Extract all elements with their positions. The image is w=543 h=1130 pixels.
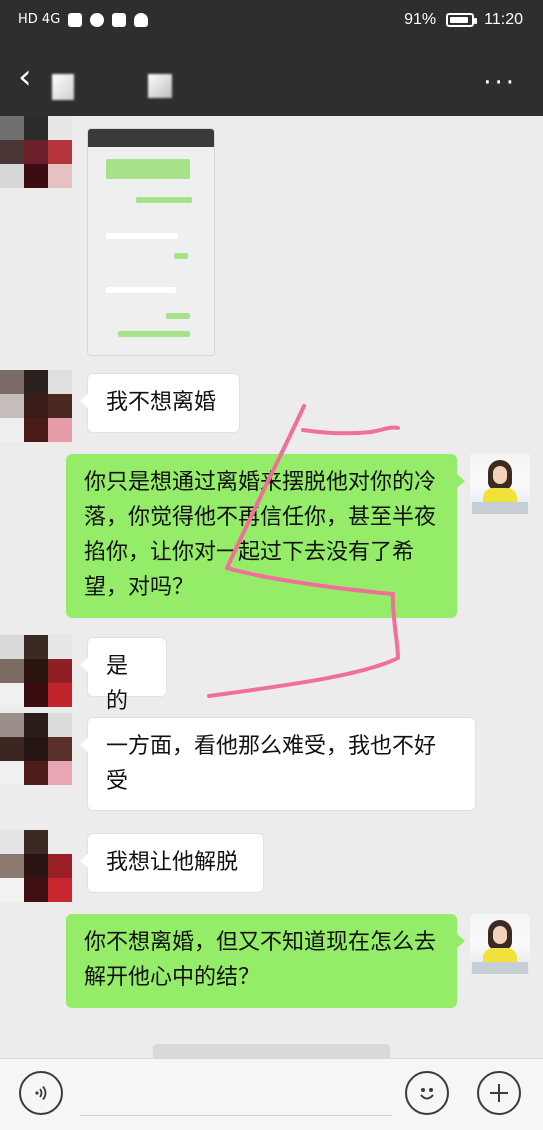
emoji-glyph xyxy=(420,1088,434,1100)
contact-avatar[interactable] xyxy=(0,713,72,785)
my-avatar[interactable] xyxy=(470,914,530,974)
status-left: HD 4G xyxy=(18,12,149,27)
status-bar: HD 4G 91% 11:20 xyxy=(0,0,543,44)
message-bubble-received[interactable]: 我想让他解脱 xyxy=(80,833,264,893)
avatar-face xyxy=(493,926,507,944)
message-bubble-received[interactable]: 一方面，看他那么难受，我也不好受 xyxy=(80,717,476,811)
status-right: 91% 11:20 xyxy=(404,11,523,29)
message-bubble-received[interactable]: 我不想离婚 xyxy=(80,373,240,433)
message-input-bar xyxy=(0,1058,543,1130)
plus-icon[interactable] xyxy=(477,1071,521,1115)
avatar-desk xyxy=(472,962,528,974)
network-indicator: HD 4G xyxy=(18,12,61,27)
timestamp-badge xyxy=(153,1044,390,1058)
screenshot-line xyxy=(118,331,190,337)
screenshot-line xyxy=(106,287,176,293)
emoji-icon[interactable] xyxy=(405,1071,449,1115)
screenshot-header xyxy=(88,129,214,147)
chat-screenshot-image[interactable] xyxy=(87,128,215,356)
message-bubble-received[interactable]: 是的 xyxy=(80,637,167,714)
app-notification-icon xyxy=(68,12,83,27)
battery-level xyxy=(450,17,469,23)
message-input[interactable] xyxy=(80,1115,392,1116)
plus-glyph xyxy=(490,1084,508,1102)
contact-avatar[interactable] xyxy=(0,370,72,442)
chat-message-list[interactable]: 我不想离婚 你只是想通过离婚来摆脱他对你的冷落，你觉得他不再信任你，甚至半夜掐你… xyxy=(0,116,543,1058)
contact-avatar[interactable] xyxy=(0,830,72,902)
blurred-contact-name xyxy=(52,74,74,100)
baidu-icon xyxy=(112,12,127,27)
battery-icon xyxy=(446,13,478,27)
avatar-desk xyxy=(472,502,528,514)
screenshot-line xyxy=(136,197,192,203)
annotation-stroke-top xyxy=(301,425,400,436)
blurred-contact-name-2 xyxy=(148,74,172,98)
cloud-icon xyxy=(134,12,149,27)
my-avatar[interactable] xyxy=(470,454,530,514)
message-bubble-sent[interactable]: 你只是想通过离婚来摆脱他对你的冷落，你觉得他不再信任你，甚至半夜掐你，让你对一起… xyxy=(66,454,465,618)
voice-icon[interactable] xyxy=(19,1071,63,1115)
clock: 11:20 xyxy=(484,11,523,28)
battery-percent: 91% xyxy=(404,11,437,28)
screenshot-line xyxy=(174,253,188,259)
more-dots-icon[interactable]: ··· xyxy=(483,68,517,98)
contact-avatar[interactable] xyxy=(0,116,72,188)
chevron-left-icon[interactable]: ‹ xyxy=(18,60,32,94)
chat-title-bar: ‹ ··· xyxy=(0,44,543,116)
voice-glyph xyxy=(35,1085,47,1101)
chat-notification-icon xyxy=(90,12,105,27)
message-bubble-sent[interactable]: 你不想离婚，但又不知道现在怎么去解开他心中的结？ xyxy=(66,914,465,1008)
screenshot-line xyxy=(106,159,190,179)
screenshot-line xyxy=(106,233,178,239)
contact-avatar[interactable] xyxy=(0,635,72,707)
screenshot-line xyxy=(166,313,190,319)
avatar-face xyxy=(493,466,507,484)
